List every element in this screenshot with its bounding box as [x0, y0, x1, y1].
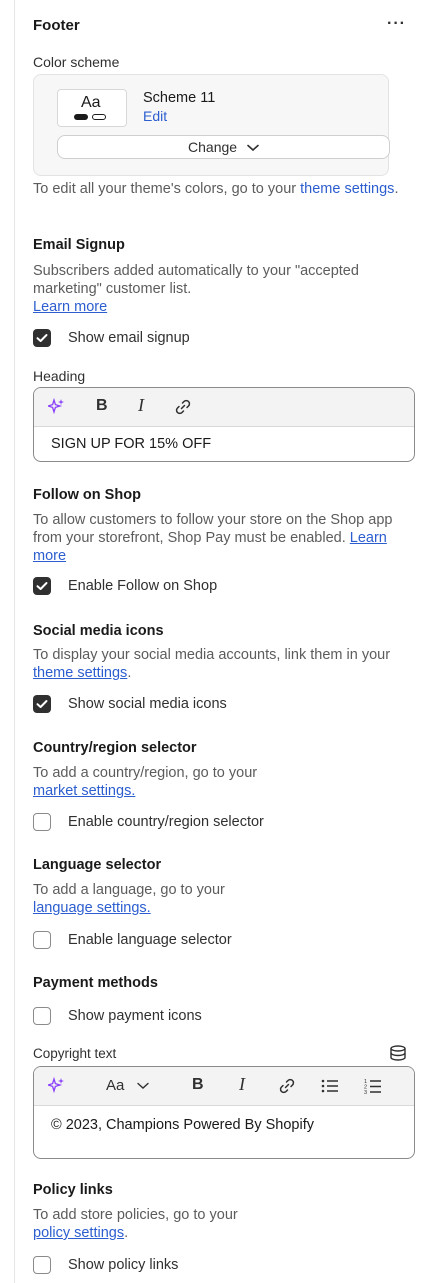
show-policy-links-label[interactable]: Show policy links — [68, 1257, 178, 1273]
bold-icon[interactable]: B — [96, 397, 108, 415]
social-media-help-text: To display your social media accounts, l… — [33, 647, 391, 663]
color-scheme-label: Color scheme — [33, 54, 120, 70]
scheme-preview-swatch[interactable]: Aa — [57, 89, 127, 127]
follow-on-shop-help: To allow customers to follow your store … — [33, 511, 415, 565]
heading-editor-toolbar: B I — [34, 388, 414, 427]
country-selector-help-text: To add a country/region, go to your — [33, 765, 258, 781]
bulleted-list-icon[interactable] — [321, 1078, 339, 1099]
enable-language-selector-label[interactable]: Enable language selector — [68, 932, 232, 948]
footer-settings-panel: Footer ··· Color scheme Aa Scheme 11 Edi… — [0, 0, 429, 1283]
checkmark-icon — [36, 700, 48, 708]
link-icon[interactable] — [174, 398, 192, 421]
copyright-editor-content[interactable]: © 2023, Champions Powered By Shopify — [51, 1116, 381, 1134]
show-social-media-label[interactable]: Show social media icons — [68, 696, 227, 712]
country-selector-heading: Country/region selector — [33, 740, 197, 756]
email-signup-heading: Email Signup — [33, 237, 125, 253]
enable-country-selector-checkbox[interactable] — [33, 813, 51, 831]
change-scheme-button[interactable]: Change — [57, 135, 390, 159]
more-options-button[interactable]: ··· — [387, 15, 406, 33]
color-scheme-help-suffix: . — [394, 181, 399, 197]
primary-color-dot — [74, 114, 88, 120]
ai-sparkle-icon[interactable] — [45, 397, 64, 419]
scheme-name: Scheme 11 — [143, 90, 216, 106]
secondary-color-dot — [92, 114, 106, 120]
show-social-media-checkbox[interactable] — [33, 695, 51, 713]
email-signup-help-text: Subscribers added automatically to your … — [33, 263, 359, 297]
color-scheme-help-text: To edit all your theme's colors, go to y… — [33, 181, 297, 197]
language-selector-help-text: To add a language, go to your — [33, 882, 225, 898]
svg-text:3: 3 — [364, 1090, 367, 1095]
market-settings-link[interactable]: market settings. — [33, 783, 135, 799]
policy-links-help-suffix: . — [124, 1225, 129, 1241]
social-theme-settings-link[interactable]: theme settings — [33, 665, 127, 681]
heading-rich-text-editor: B I SIGN UP FOR 15% OFF — [33, 387, 415, 462]
enable-follow-on-shop-label[interactable]: Enable Follow on Shop — [68, 578, 217, 594]
policy-links-help: To add store policies, go to your policy… — [33, 1206, 415, 1242]
heading-field-label: Heading — [33, 368, 86, 384]
country-selector-help: To add a country/region, go to your mark… — [33, 764, 415, 800]
policy-links-heading: Policy links — [33, 1182, 113, 1198]
checkmark-icon — [36, 582, 48, 590]
follow-on-shop-help-text: To allow customers to follow your store … — [33, 512, 393, 546]
policy-links-help-text: To add store policies, go to your — [33, 1207, 238, 1223]
italic-icon[interactable]: I — [138, 395, 144, 416]
theme-settings-link[interactable]: theme settings — [300, 181, 394, 197]
show-email-signup-label[interactable]: Show email signup — [68, 330, 190, 346]
color-scheme-help: To edit all your theme's colors, go to y… — [33, 180, 403, 198]
copyright-field-label: Copyright text — [33, 1046, 117, 1061]
chevron-down-icon — [136, 1082, 149, 1089]
database-icon[interactable] — [389, 1045, 407, 1064]
email-signup-learn-more-link[interactable]: Learn more — [33, 299, 107, 315]
panel-divider — [14, 0, 15, 1283]
email-signup-help: Subscribers added automatically to your … — [33, 262, 408, 316]
language-selector-help: To add a language, go to your language s… — [33, 881, 415, 917]
show-policy-links-checkbox[interactable] — [33, 1256, 51, 1274]
copyright-rich-text-editor: Aa B I 123 © 2023, Champions Powered By … — [33, 1066, 415, 1159]
show-payment-icons-label[interactable]: Show payment icons — [68, 1008, 202, 1024]
scheme-edit-link[interactable]: Edit — [143, 108, 167, 124]
section-title: Footer — [33, 17, 80, 34]
language-settings-link[interactable]: language settings. — [33, 900, 151, 916]
link-icon[interactable] — [278, 1077, 296, 1100]
scheme-preview-text: Aa — [81, 94, 101, 111]
follow-on-shop-heading: Follow on Shop — [33, 487, 141, 503]
numbered-list-icon[interactable]: 123 — [364, 1077, 382, 1100]
color-scheme-picker: Aa Scheme 11 Edit Change — [33, 74, 390, 176]
font-style-label: Aa — [106, 1077, 125, 1094]
social-media-help-suffix: . — [127, 665, 132, 681]
bold-icon[interactable]: B — [192, 1076, 204, 1094]
payment-methods-heading: Payment methods — [33, 975, 158, 991]
font-style-menu[interactable]: Aa — [106, 1077, 149, 1094]
policy-settings-link[interactable]: policy settings — [33, 1225, 124, 1241]
checkmark-icon — [36, 334, 48, 342]
enable-follow-on-shop-checkbox[interactable] — [33, 577, 51, 595]
show-email-signup-checkbox[interactable] — [33, 329, 51, 347]
show-payment-icons-checkbox[interactable] — [33, 1007, 51, 1025]
enable-language-selector-checkbox[interactable] — [33, 931, 51, 949]
heading-editor-content[interactable]: SIGN UP FOR 15% OFF — [51, 435, 211, 453]
chevron-down-icon — [247, 144, 259, 152]
social-media-help: To display your social media accounts, l… — [33, 646, 415, 682]
language-selector-heading: Language selector — [33, 857, 162, 873]
enable-country-selector-label[interactable]: Enable country/region selector — [68, 814, 264, 830]
social-media-heading: Social media icons — [33, 623, 164, 639]
ai-sparkle-icon[interactable] — [45, 1076, 64, 1098]
copyright-editor-toolbar: Aa B I 123 — [34, 1067, 414, 1106]
change-label: Change — [188, 139, 238, 155]
italic-icon[interactable]: I — [239, 1074, 245, 1095]
